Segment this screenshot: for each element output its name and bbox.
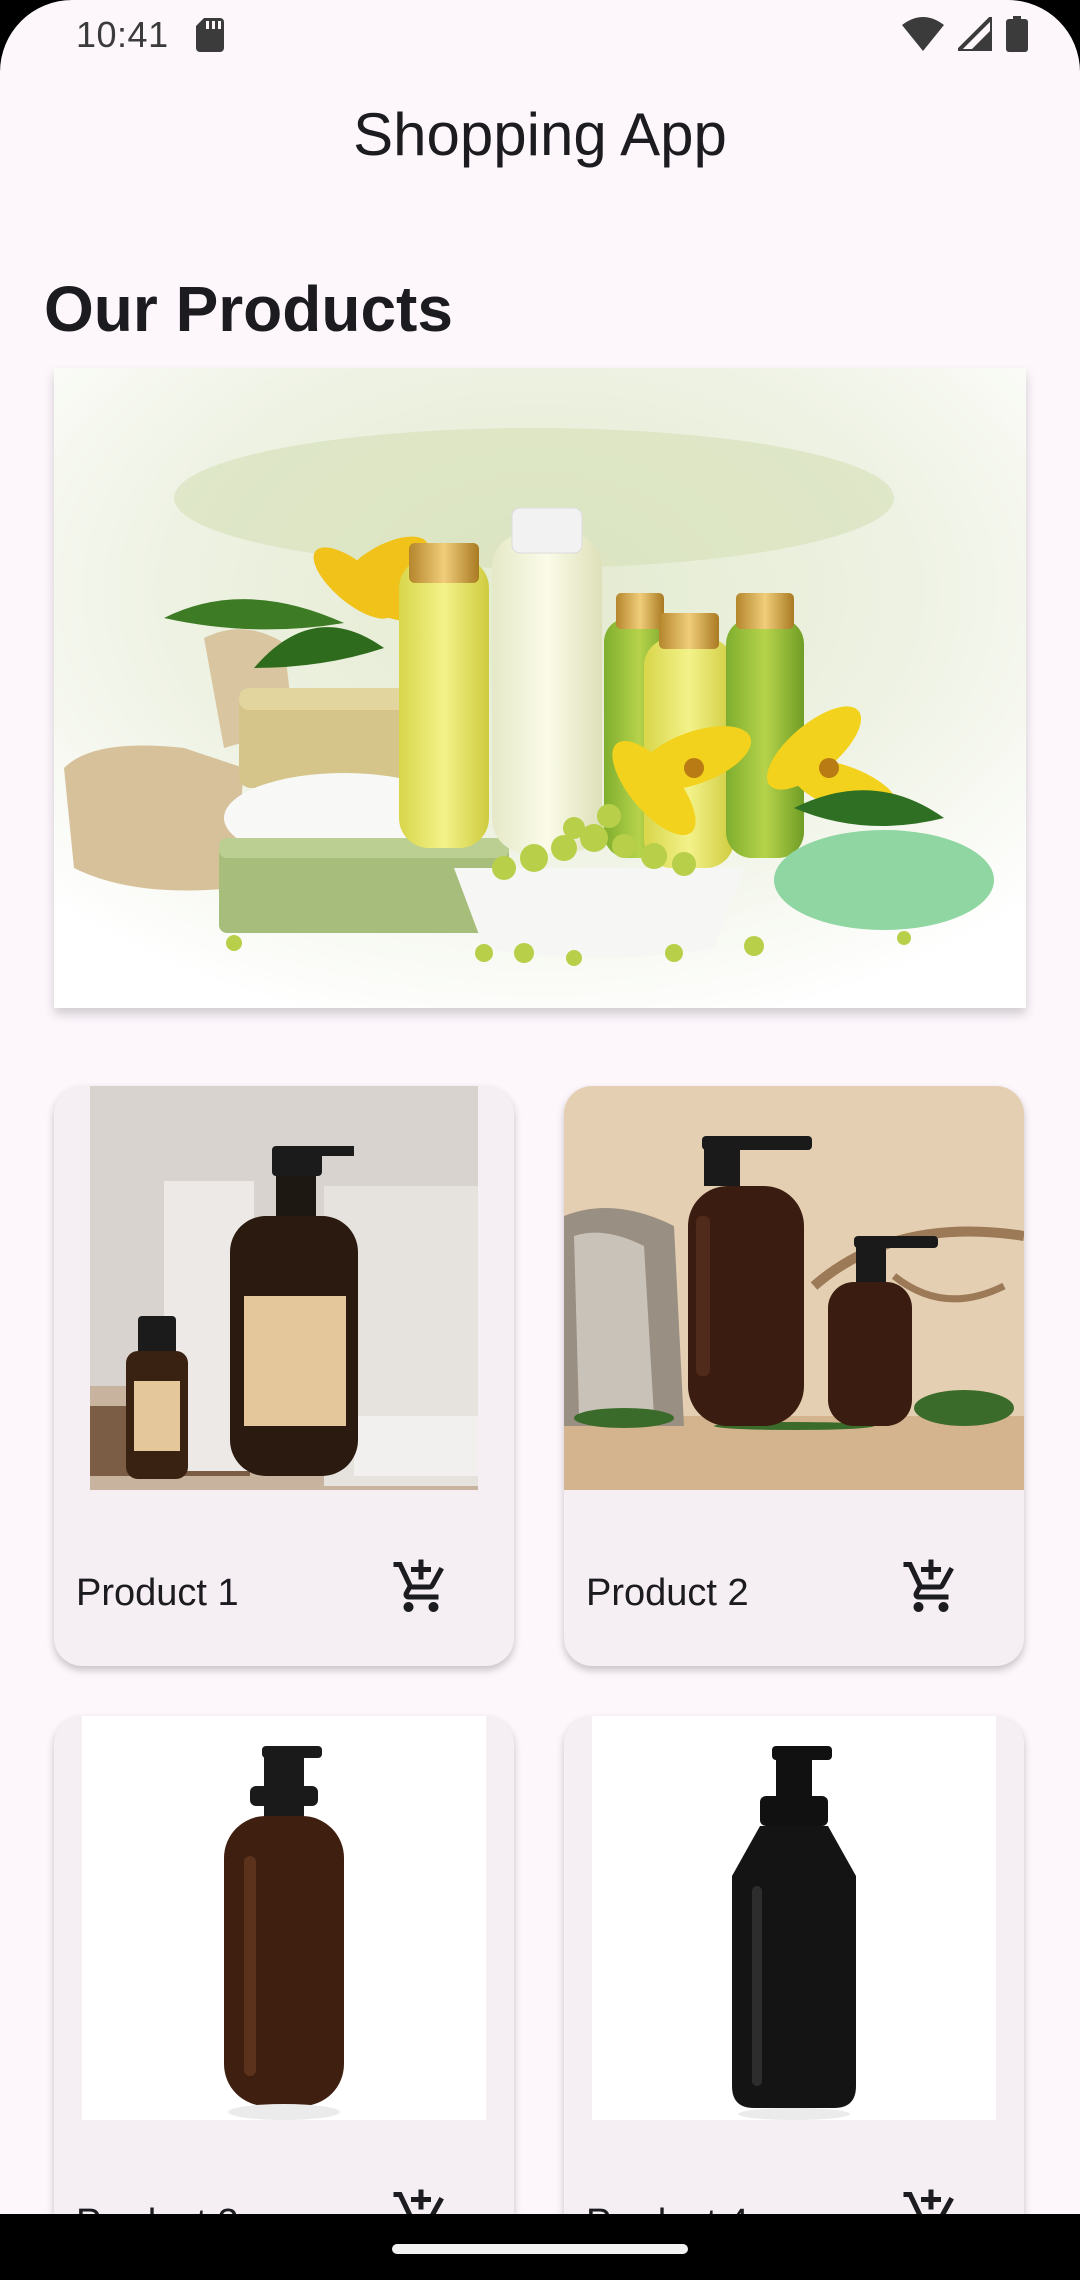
product-card-4[interactable]: Product 4 bbox=[564, 1716, 1024, 2280]
status-bar: 10:41 bbox=[0, 0, 1080, 72]
banner-image[interactable] bbox=[54, 368, 1026, 1008]
product-card-2[interactable]: Product 2 bbox=[564, 1086, 1024, 1666]
signal-icon bbox=[958, 17, 992, 51]
product-label-2: Product 2 bbox=[586, 1572, 749, 1614]
product-image-3[interactable] bbox=[54, 1716, 514, 2120]
screen: 10:41 Shopping App Our Products Product … bbox=[0, 0, 1080, 2280]
add-to-cart-icon bbox=[393, 1559, 444, 1612]
wifi-icon bbox=[902, 17, 944, 51]
sd-card-icon bbox=[196, 18, 224, 52]
banner-illustration bbox=[54, 368, 1026, 1008]
add-to-cart-button-1[interactable] bbox=[384, 1550, 458, 1624]
app-title: Shopping App bbox=[353, 101, 727, 168]
product-image-4[interactable] bbox=[564, 1716, 1024, 2120]
product-card-1[interactable]: Product 1 bbox=[54, 1086, 514, 1666]
add-to-cart-icon bbox=[903, 1559, 954, 1612]
section-title: Our Products bbox=[44, 273, 453, 345]
product-image-2[interactable] bbox=[564, 1086, 1024, 1490]
product-image-1[interactable] bbox=[54, 1086, 514, 1490]
product-label-1: Product 1 bbox=[76, 1572, 239, 1614]
home-gesture-handle[interactable] bbox=[392, 2244, 688, 2254]
product-4-illustration bbox=[564, 1716, 1024, 2120]
add-to-cart-button-2[interactable] bbox=[894, 1550, 968, 1624]
product-1-illustration bbox=[54, 1086, 514, 1490]
product-card-3[interactable]: Product 3 bbox=[54, 1716, 514, 2280]
product-2-illustration bbox=[564, 1086, 1024, 1490]
battery-icon bbox=[1006, 16, 1028, 52]
product-3-illustration bbox=[54, 1716, 514, 2120]
status-time: 10:41 bbox=[76, 14, 169, 55]
